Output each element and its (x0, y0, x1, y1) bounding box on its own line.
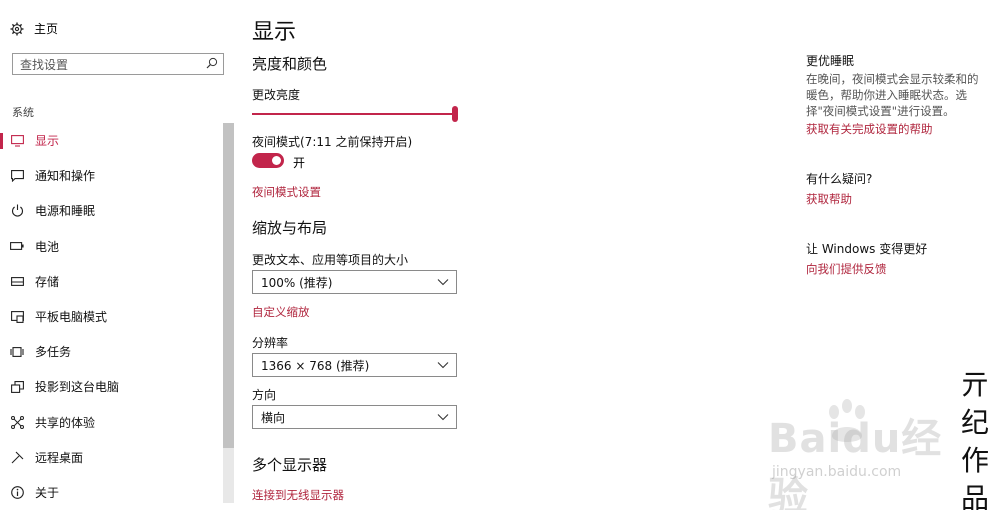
page-title: 显示 (252, 20, 297, 45)
sidebar-item-label: 投影到这台电脑 (35, 380, 120, 395)
section-label: 系统 (12, 106, 34, 119)
scale-label: 更改文本、应用等项目的大小 (252, 253, 409, 267)
sidebar-item-label: 显示 (35, 134, 60, 149)
home-link[interactable]: 主页 (10, 20, 58, 37)
night-mode-settings-link[interactable]: 夜间模式设置 (252, 184, 321, 200)
sidebar-item-notifications[interactable]: 通知和操作 (0, 158, 222, 193)
sidebar-scrollbar[interactable] (223, 123, 234, 503)
feedback-link[interactable]: 向我们提供反馈 (806, 261, 887, 277)
slider-thumb[interactable] (452, 106, 458, 122)
brightness-section-heading: 亮度和颜色 (252, 55, 328, 73)
sidebar-item-label: 平板电脑模式 (35, 310, 108, 325)
watermark-text: Baidu经验 (768, 416, 943, 510)
remote-desktop-icon (10, 450, 24, 464)
active-indicator (0, 133, 3, 149)
sidebar-item-power[interactable]: 电源和睡眠 (0, 193, 222, 228)
search-input[interactable] (13, 55, 199, 75)
sidebar-item-label: 共享的体验 (35, 415, 96, 430)
sidebar-item-multitasking[interactable]: 多任务 (0, 334, 222, 369)
notification-icon (10, 169, 24, 183)
multi-display-section-heading: 多个显示器 (252, 456, 328, 474)
night-mode-label: 夜间模式(7:11 之前保持开启) (252, 135, 413, 149)
scale-dropdown[interactable]: 100% (推荐) (252, 270, 457, 294)
search-icon[interactable] (206, 57, 218, 69)
brightness-label: 更改亮度 (252, 88, 301, 102)
sidebar-item-label: 存储 (35, 274, 60, 289)
sidebar-item-storage[interactable]: 存储 (0, 264, 222, 299)
baidu-watermark: Baidu经验 jingyan.baidu.com (762, 399, 947, 510)
scrollbar-thumb[interactable] (223, 123, 234, 448)
sidebar-item-label: 电池 (35, 239, 60, 254)
sidebar-item-battery[interactable]: 电池 (0, 229, 222, 264)
sidebar-item-label: 电源和睡眠 (35, 204, 96, 219)
chevron-down-icon (437, 362, 449, 369)
sidebar-item-label: 关于 (35, 485, 60, 500)
brightness-slider[interactable] (252, 106, 458, 122)
slider-track (252, 113, 458, 115)
improve-title: 让 Windows 变得更好 (806, 242, 928, 256)
sidebar-item-display[interactable]: 显示 (0, 123, 222, 158)
battery-icon (10, 239, 24, 253)
question-title: 有什么疑问? (806, 172, 873, 186)
custom-scale-link[interactable]: 自定义缩放 (252, 304, 310, 320)
sidebar: 主页 系统 显示 通知和操作 电源和睡眠 电池 存储 平板电脑模式 (0, 0, 236, 510)
scale-value: 100% (推荐) (261, 275, 333, 290)
watermark-url: jingyan.baidu.com (772, 464, 902, 480)
sleep-help-link[interactable]: 获取有关完成设置的帮助 (806, 121, 933, 137)
orientation-dropdown[interactable]: 横向 (252, 405, 457, 429)
shared-experience-icon (10, 415, 24, 429)
projection-icon (10, 380, 24, 394)
sidebar-item-shared-experience[interactable]: 共享的体验 (0, 405, 222, 440)
home-label: 主页 (34, 22, 59, 36)
info-icon (10, 485, 24, 499)
sleep-title: 更优睡眠 (806, 54, 855, 68)
sidebar-item-projection[interactable]: 投影到这台电脑 (0, 369, 222, 404)
orientation-value: 横向 (261, 410, 286, 425)
power-icon (10, 204, 24, 218)
tablet-mode-icon (10, 310, 24, 324)
toggle-knob (272, 156, 281, 165)
get-help-link[interactable]: 获取帮助 (806, 191, 852, 207)
wireless-display-link[interactable]: 连接到无线显示器 (252, 487, 344, 503)
chevron-down-icon (437, 414, 449, 421)
night-mode-toggle[interactable] (252, 153, 284, 168)
multitasking-icon (10, 345, 24, 359)
resolution-label: 分辨率 (252, 336, 289, 350)
scale-section-heading: 缩放与布局 (252, 219, 328, 237)
sidebar-item-label: 多任务 (35, 345, 72, 360)
main-content: 显示 亮度和颜色 更改亮度 夜间模式(7:11 之前保持开启) 开 夜间模式设置… (252, 0, 772, 510)
resolution-dropdown[interactable]: 1366 × 768 (推荐) (252, 353, 457, 377)
orientation-label: 方向 (252, 388, 277, 402)
sidebar-item-tablet-mode[interactable]: 平板电脑模式 (0, 299, 222, 334)
sidebar-item-remote-desktop[interactable]: 远程桌面 (0, 440, 222, 475)
sidebar-item-label: 通知和操作 (35, 169, 96, 184)
author-signature: 亓纪作品 (960, 368, 989, 510)
night-mode-state: 开 (293, 156, 306, 170)
sidebar-item-about[interactable]: 关于 (0, 475, 222, 510)
monitor-icon (10, 134, 24, 148)
storage-icon (10, 274, 24, 288)
resolution-value: 1366 × 768 (推荐) (261, 358, 370, 373)
sidebar-nav: 显示 通知和操作 电源和睡眠 电池 存储 平板电脑模式 多任务 投影到这台电脑 (0, 123, 222, 510)
gear-icon (10, 22, 24, 36)
chevron-down-icon (437, 279, 449, 286)
search-box[interactable] (12, 53, 224, 75)
sleep-description: 在晚间，夜间模式会显示较柔和的暖色，帮助你进入睡眠状态。选择"夜间模式设置"进行… (806, 72, 979, 118)
sidebar-item-label: 远程桌面 (35, 450, 84, 465)
